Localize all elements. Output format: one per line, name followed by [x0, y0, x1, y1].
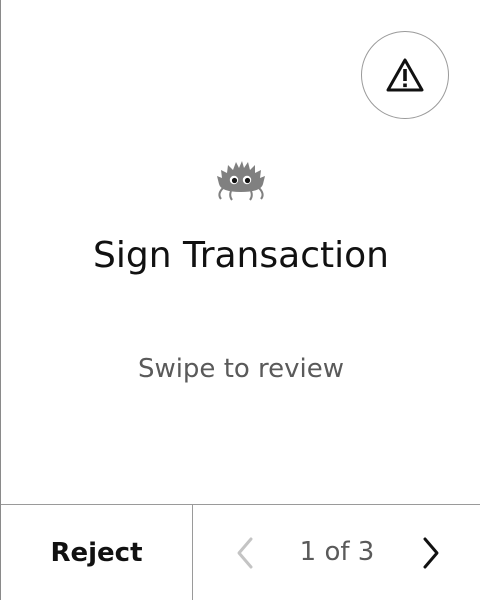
swipe-hint: Swipe to review [137, 354, 345, 384]
screen-frame: Sign Transaction Swipe to review Reject … [0, 0, 480, 600]
page-title: Sign Transaction [93, 235, 389, 276]
crab-icon [217, 161, 265, 201]
warning-triangle-icon [386, 58, 424, 92]
warning-button[interactable] [361, 31, 449, 119]
chevron-left-icon [237, 537, 253, 569]
page-indicator: 1 of 3 [299, 537, 375, 567]
previous-page-button[interactable] [221, 529, 269, 577]
footer-bar: Reject 1 of 3 [1, 504, 480, 600]
pager: 1 of 3 [193, 505, 480, 600]
next-page-button[interactable] [407, 529, 455, 577]
reject-button[interactable]: Reject [1, 505, 193, 600]
chevron-right-icon [423, 537, 439, 569]
